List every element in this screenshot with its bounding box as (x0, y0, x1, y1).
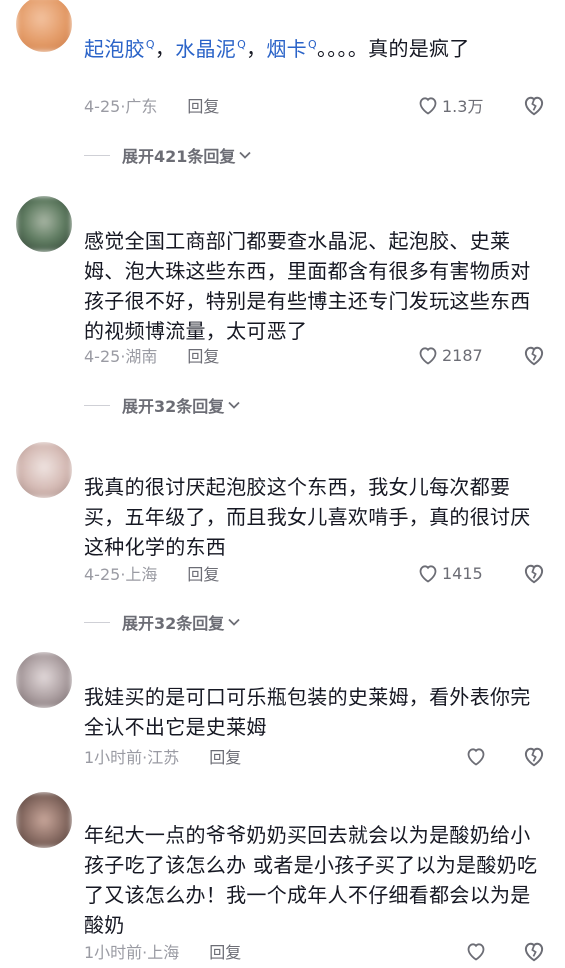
dislike-button[interactable] (521, 560, 547, 586)
chevron-down-icon (228, 401, 240, 409)
search-icon: Q (237, 38, 247, 51)
broken-heart-icon (524, 96, 544, 116)
avatar[interactable] (16, 196, 72, 252)
reply-button[interactable]: 回复 (209, 744, 241, 768)
reply-button[interactable]: 回复 (187, 561, 219, 585)
dislike-button[interactable] (521, 938, 547, 964)
like-button[interactable]: 2187 (416, 342, 483, 368)
expand-label: 展开32条回复 (122, 614, 225, 633)
time-location: 4-25·上海 (84, 565, 158, 584)
search-icon: Q (307, 38, 317, 51)
divider (84, 621, 110, 623)
like-button[interactable] (464, 743, 490, 769)
broken-heart-icon (524, 346, 544, 366)
comment-text-tail: 。。。。真的是疯了 (316, 36, 470, 61)
avatar[interactable] (16, 652, 72, 708)
heart-outline-icon (419, 565, 437, 583)
chevron-down-icon (239, 151, 252, 159)
comment-meta: 4-25·湖南 回复 (84, 342, 219, 368)
heart-outline-icon (419, 347, 437, 365)
like-button[interactable] (464, 938, 490, 964)
avatar[interactable] (16, 792, 72, 848)
time-location: 1小时前·江苏 (84, 748, 180, 767)
comment-text: 感觉全国工商部门都要查水晶泥、起泡胶、史莱姆、泡大珠这些东西，里面都含有很多有害… (84, 229, 531, 343)
comment-meta: 4-25·上海 回复 (84, 560, 219, 586)
broken-heart-icon (524, 942, 544, 962)
like-count: 1.3万 (442, 97, 484, 116)
broken-heart-icon (524, 747, 544, 767)
divider (84, 154, 110, 156)
dislike-button[interactable] (521, 743, 547, 769)
heart-outline-icon (467, 943, 485, 961)
reply-button[interactable]: 回复 (187, 93, 219, 117)
avatar[interactable] (16, 0, 72, 52)
like-button[interactable]: 1415 (416, 560, 483, 586)
reply-button[interactable]: 回复 (187, 343, 219, 367)
comment-text: 我娃买的是可口可乐瓶包装的史莱姆，看外表你完全认不出它是史莱姆 (84, 685, 531, 739)
expand-label: 展开32条回复 (122, 397, 225, 416)
chevron-down-icon (228, 618, 240, 626)
search-tag[interactable]: 起泡胶Q (84, 37, 155, 61)
heart-outline-icon (467, 748, 485, 766)
broken-heart-icon (524, 564, 544, 584)
avatar[interactable] (16, 442, 72, 498)
comment-text: 我真的很讨厌起泡胶这个东西，我女儿每次都要买，五年级了，而且我女儿喜欢啃手，真的… (84, 475, 531, 559)
separator: ， (154, 36, 176, 61)
search-tag[interactable]: 烟卡Q (266, 37, 317, 61)
search-tag[interactable]: 水晶泥Q (175, 37, 246, 61)
comment-text: 年纪大一点的爷爷奶奶买回去就会以为是酸奶给小孩子吃了该怎么办 或者是小孩子买了以… (84, 823, 538, 937)
expand-replies-button[interactable]: 展开421条回复 (84, 142, 252, 168)
expand-replies-button[interactable]: 展开32条回复 (84, 609, 241, 635)
search-icon: Q (145, 38, 155, 51)
expand-label: 展开421条回复 (122, 147, 236, 166)
like-count: 1415 (442, 563, 483, 583)
divider (84, 404, 110, 406)
comment-meta: 1小时前·江苏 回复 (84, 743, 241, 769)
dislike-button[interactable] (521, 342, 547, 368)
time-location: 1小时前·上海 (84, 943, 180, 962)
heart-outline-icon (419, 97, 437, 115)
comment-meta: 4-25·广东 回复 (84, 92, 219, 118)
reply-button[interactable]: 回复 (209, 939, 241, 963)
like-count: 2187 (442, 345, 483, 365)
expand-replies-button[interactable]: 展开32条回复 (84, 392, 241, 418)
time-location: 4-25·湖南 (84, 347, 158, 366)
comment-meta: 1小时前·上海 回复 (84, 938, 241, 964)
separator: ， (246, 36, 267, 61)
dislike-button[interactable] (521, 92, 547, 118)
comment-text: 起泡胶Q，水晶泥Q，烟卡Q。。。。真的是疯了 (84, 30, 539, 64)
time-location: 4-25·广东 (84, 97, 158, 116)
like-button[interactable]: 1.3万 (416, 92, 483, 118)
